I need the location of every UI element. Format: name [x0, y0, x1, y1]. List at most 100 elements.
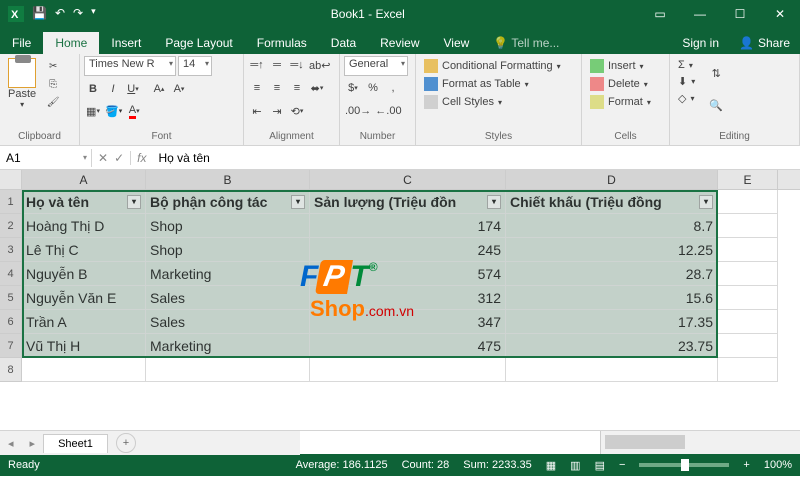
cell[interactable] [718, 286, 778, 310]
cell[interactable] [718, 334, 778, 358]
find-select-icon[interactable]: 🔍 [707, 90, 725, 120]
maximize-icon[interactable]: ☐ [720, 0, 760, 28]
wrap-text-icon[interactable]: ab↩ [308, 56, 331, 74]
align-middle-icon[interactable]: ═ [268, 56, 286, 74]
col-header[interactable]: B [146, 170, 310, 189]
comma-icon[interactable]: , [384, 79, 402, 97]
cell[interactable]: Shop [146, 238, 310, 262]
cell[interactable] [146, 358, 310, 382]
cell[interactable]: 23.75 [506, 334, 718, 358]
tab-pagelayout[interactable]: Page Layout [153, 32, 244, 54]
close-icon[interactable]: ✕ [760, 0, 800, 28]
row-header[interactable]: 5 [0, 286, 22, 310]
indent-dec-icon[interactable]: ⇤ [248, 102, 266, 120]
view-pagebreak-icon[interactable]: ▤ [595, 459, 605, 472]
horizontal-scrollbar[interactable] [600, 431, 800, 454]
merge-button[interactable]: ⬌▾ [308, 79, 326, 97]
cell[interactable]: Chiết khấu (Triệu đồng▾ [506, 190, 718, 214]
cell[interactable]: 174 [310, 214, 506, 238]
sheet-nav-next-icon[interactable]: ▸ [22, 437, 44, 450]
view-layout-icon[interactable]: ▥ [570, 459, 580, 472]
cell[interactable]: Họ và tên▾ [22, 190, 146, 214]
cell[interactable]: Marketing [146, 262, 310, 286]
cell[interactable] [22, 358, 146, 382]
cell[interactable]: 8.7 [506, 214, 718, 238]
align-left-icon[interactable]: ≡ [248, 79, 266, 97]
font-size-combo[interactable]: 14 [178, 56, 212, 76]
tab-insert[interactable]: Insert [99, 32, 153, 54]
autosum-button[interactable]: Σ ▾ [676, 58, 697, 72]
share-button[interactable]: 👤Share [729, 32, 800, 54]
cell[interactable]: Hoàng Thị D [22, 214, 146, 238]
align-center-icon[interactable]: ≡ [268, 79, 286, 97]
cell[interactable] [718, 310, 778, 334]
new-sheet-button[interactable]: + [116, 433, 136, 453]
cell[interactable]: 28.7 [506, 262, 718, 286]
cell[interactable] [718, 214, 778, 238]
cell[interactable]: 475 [310, 334, 506, 358]
cell[interactable]: 12.25 [506, 238, 718, 262]
underline-button[interactable]: U▾ [124, 80, 142, 98]
col-header[interactable]: A [22, 170, 146, 189]
tab-formulas[interactable]: Formulas [245, 32, 319, 54]
row-header[interactable]: 8 [0, 358, 22, 382]
zoom-out-icon[interactable]: − [619, 459, 625, 471]
cell[interactable]: Lê Thị C [22, 238, 146, 262]
cell[interactable]: 312 [310, 286, 506, 310]
copy-icon[interactable]: ⎘ [44, 76, 62, 92]
col-header[interactable]: D [506, 170, 718, 189]
cell[interactable]: Sales [146, 286, 310, 310]
row-header[interactable]: 6 [0, 310, 22, 334]
cell[interactable]: Sales [146, 310, 310, 334]
col-header[interactable]: C [310, 170, 506, 189]
cell[interactable]: Vũ Thị H [22, 334, 146, 358]
filter-dropdown-icon[interactable]: ▾ [487, 195, 501, 209]
cell[interactable]: Shop [146, 214, 310, 238]
cell[interactable]: Marketing [146, 334, 310, 358]
save-icon[interactable]: 💾 [32, 6, 47, 22]
filter-dropdown-icon[interactable]: ▾ [291, 195, 305, 209]
orientation-icon[interactable]: ⟲▾ [288, 102, 306, 120]
cell[interactable] [310, 358, 506, 382]
italic-button[interactable]: I [104, 80, 122, 98]
row-header[interactable]: 7 [0, 334, 22, 358]
sign-in-link[interactable]: Sign in [672, 32, 729, 54]
view-normal-icon[interactable]: ▦ [546, 459, 556, 472]
clear-button[interactable]: ◇ ▾ [676, 91, 697, 106]
insert-cells-button[interactable]: Insert ▾ [588, 58, 653, 74]
tab-data[interactable]: Data [319, 32, 368, 54]
cut-icon[interactable]: ✂ [44, 58, 62, 74]
tab-review[interactable]: Review [368, 32, 431, 54]
inc-decimal-icon[interactable]: .00→ [344, 102, 372, 120]
border-button[interactable]: ▦▾ [84, 102, 102, 120]
name-box[interactable]: A1 [0, 149, 92, 167]
cell[interactable]: Nguyễn B [22, 262, 146, 286]
zoom-slider[interactable] [639, 463, 729, 467]
row-header[interactable]: 4 [0, 262, 22, 286]
sheet-tab[interactable]: Sheet1 [43, 434, 108, 453]
filter-dropdown-icon[interactable]: ▾ [699, 195, 713, 209]
indent-inc-icon[interactable]: ⇥ [268, 102, 286, 120]
format-as-table-button[interactable]: Format as Table ▾ [422, 76, 563, 92]
cell[interactable]: Trần A [22, 310, 146, 334]
cell[interactable]: Bộ phận công tác▾ [146, 190, 310, 214]
bold-button[interactable]: B [84, 80, 102, 98]
redo-icon[interactable]: ↷ [73, 6, 83, 22]
cell[interactable] [506, 358, 718, 382]
sort-filter-icon[interactable]: ⇅ [707, 58, 725, 88]
cell[interactable]: 347 [310, 310, 506, 334]
tab-file[interactable]: File [0, 32, 43, 54]
tell-me[interactable]: 💡 Tell me... [481, 32, 571, 54]
format-painter-icon[interactable]: 🖌 [44, 94, 62, 110]
select-all-corner[interactable] [0, 170, 22, 189]
enter-formula-icon[interactable]: ✓ [114, 151, 124, 165]
align-right-icon[interactable]: ≡ [288, 79, 306, 97]
ribbon-opts-icon[interactable]: ▭ [640, 0, 680, 28]
fill-color-button[interactable]: 🪣▾ [104, 102, 123, 120]
delete-cells-button[interactable]: Delete ▾ [588, 76, 653, 92]
align-bottom-icon[interactable]: ═↓ [288, 56, 306, 74]
cancel-formula-icon[interactable]: ✕ [98, 151, 108, 165]
cell[interactable]: Sản lượng (Triệu đồn▾ [310, 190, 506, 214]
font-name-combo[interactable]: Times New R [84, 56, 176, 76]
sheet-nav-prev-icon[interactable]: ◂ [0, 437, 22, 450]
